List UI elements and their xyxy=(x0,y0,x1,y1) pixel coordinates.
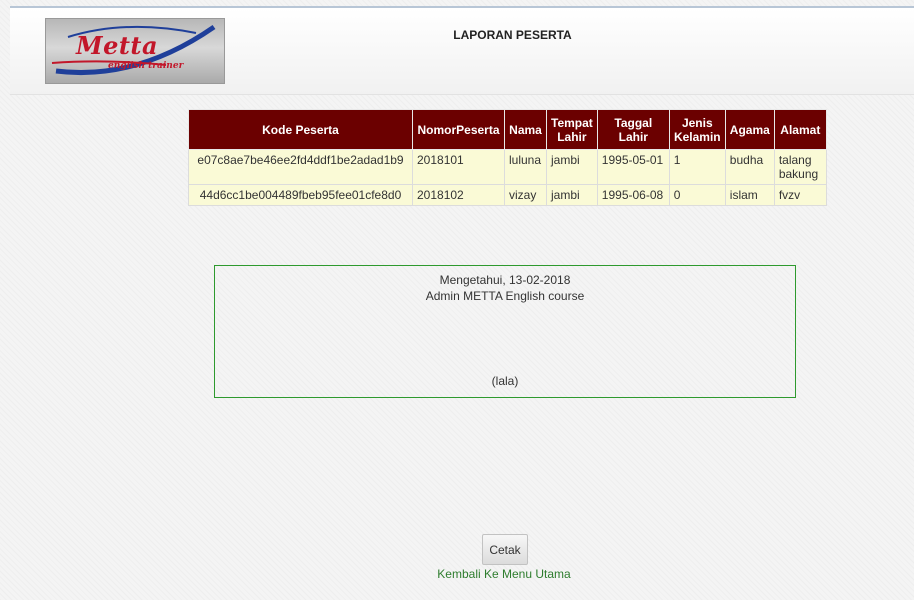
signature-date: Mengetahui, 13-02-2018 xyxy=(439,273,571,287)
signature-box: Mengetahui, 13-02-2018 Admin METTA Engli… xyxy=(214,265,796,398)
table-row: e07c8ae7be46ee2fd4ddf1be2adad1b9 2018101… xyxy=(188,149,827,185)
cell-kode-peserta: 44d6cc1be004489fbeb95fee01cfe8d0 xyxy=(188,184,413,206)
column-header-tempat-lahir: Tempat Lahir xyxy=(546,109,598,150)
table-header-row: Kode Peserta NomorPeserta Nama Tempat La… xyxy=(188,109,827,150)
cell-agama: budha xyxy=(724,149,775,185)
cell-jenis-kelamin: 1 xyxy=(668,149,726,185)
cell-nama: luluna xyxy=(504,149,547,185)
column-header-nomor-peserta: NomorPeserta xyxy=(412,109,505,150)
logo-subtitle: english trainer xyxy=(108,61,184,71)
column-header-jenis-kelamin: Jenis Kelamin xyxy=(668,109,726,150)
column-header-agama: Agama xyxy=(724,109,775,150)
cell-tanggal-lahir: 1995-05-01 xyxy=(596,149,670,185)
cell-alamat: fvzv xyxy=(773,184,827,206)
back-to-main-menu-link[interactable]: Kembali Ke Menu Utama xyxy=(0,567,914,581)
cell-tanggal-lahir: 1995-06-08 xyxy=(596,184,670,206)
participants-table: Kode Peserta NomorPeserta Nama Tempat La… xyxy=(188,109,827,206)
cell-tempat-lahir: jambi xyxy=(546,149,598,185)
cell-kode-peserta: e07c8ae7be46ee2fd4ddf1be2adad1b9 xyxy=(188,149,413,185)
page-title: LAPORAN PESERTA xyxy=(453,28,572,42)
cell-nomor-peserta: 2018102 xyxy=(412,184,505,206)
cell-alamat: talang bakung xyxy=(773,149,827,185)
column-header-nama: Nama xyxy=(504,109,547,150)
cell-nomor-peserta: 2018101 xyxy=(412,149,505,185)
table-row: 44d6cc1be004489fbeb95fee01cfe8d0 2018102… xyxy=(188,184,827,206)
print-button[interactable]: Cetak xyxy=(482,534,528,565)
signature-role: Admin METTA English course xyxy=(425,289,585,303)
column-header-kode-peserta: Kode Peserta xyxy=(188,109,413,150)
signature-name: (lala) xyxy=(491,374,519,388)
cell-nama: vizay xyxy=(504,184,547,206)
cell-tempat-lahir: jambi xyxy=(546,184,598,206)
column-header-alamat: Alamat xyxy=(773,109,827,150)
cell-jenis-kelamin: 0 xyxy=(668,184,726,206)
page-header: Metta english trainer LAPORAN PESERTA xyxy=(10,8,914,95)
cell-agama: islam xyxy=(724,184,775,206)
column-header-tanggal-lahir: Taggal Lahir xyxy=(596,109,670,150)
